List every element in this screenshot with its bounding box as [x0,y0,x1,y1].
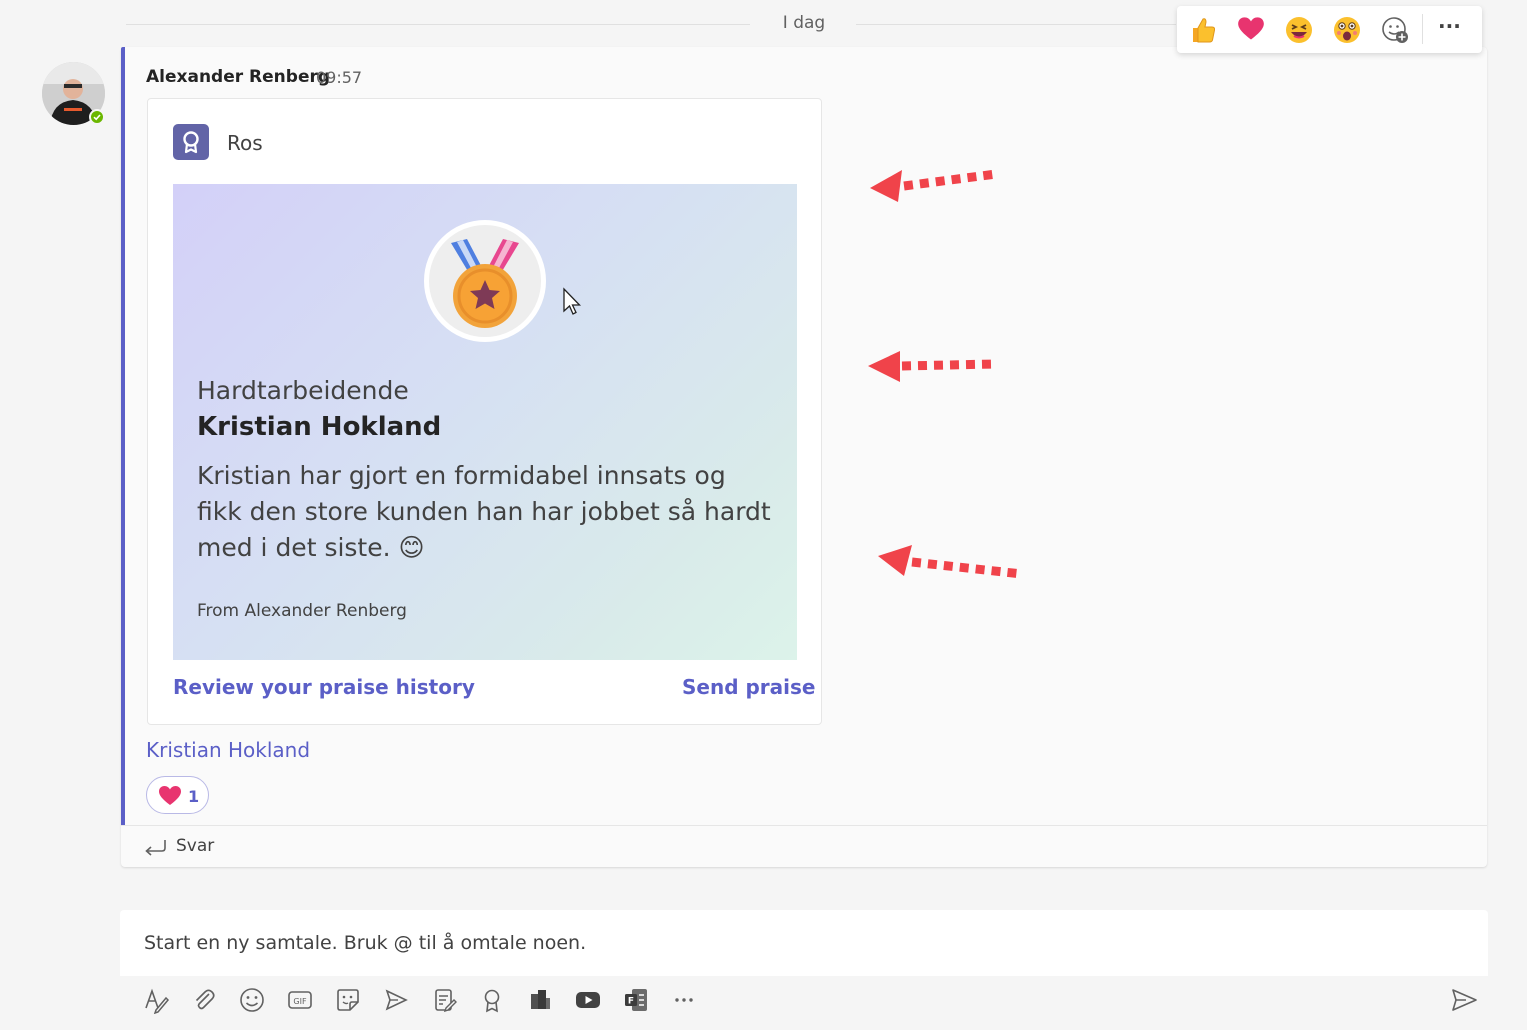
medal-icon [451,239,519,328]
date-divider: I dag [782,13,826,33]
reaction-toolbar [1177,6,1482,53]
praise-app-label: Ros [227,131,263,155]
review-praise-history-link[interactable]: Review your praise history [173,675,475,699]
gif-icon[interactable]: GIF [286,986,314,1014]
reply-icon [145,840,166,856]
date-divider-line-right [856,24,1176,25]
like-icon[interactable] [1188,15,1218,45]
reply-separator [121,825,1487,826]
praise-icon[interactable] [478,986,506,1014]
praise-message: Kristian har gjort en formidabel innsats… [197,458,777,566]
laugh-icon[interactable] [1284,15,1314,45]
praise-recipient: Kristian Hokland [197,412,442,442]
heart-icon[interactable] [1237,16,1265,42]
more-options-icon[interactable]: ··· [1438,14,1461,38]
reaction-toolbar-separator [1422,14,1423,44]
attach-icon[interactable] [190,986,218,1014]
presence-available-icon [89,109,105,125]
schedule-meeting-icon[interactable] [382,986,410,1014]
svg-text:GIF: GIF [293,997,307,1006]
youtube-icon[interactable] [574,986,602,1014]
format-icon[interactable] [142,986,170,1015]
compose-input[interactable]: Start en ny samtale. Bruk @ til å omtale… [144,932,586,954]
heart-icon [159,786,181,805]
approvals-icon[interactable] [430,986,458,1014]
badge-title: Hardtarbeidende [197,376,409,405]
more-icon[interactable] [670,986,698,1014]
mouse-cursor-icon [563,287,582,315]
smile-emoji-icon: 😊 [398,533,425,562]
surprised-icon[interactable] [1332,15,1362,45]
mention-link[interactable]: Kristian Hokland [146,738,310,762]
reply-button[interactable]: Svar [176,836,214,856]
annotation-arrow-icon [868,351,995,382]
reaction-pill-heart[interactable] [146,776,209,814]
date-divider-line-left [126,24,750,25]
medal-badge [424,220,546,342]
send-praise-link[interactable]: Send praise [682,675,816,699]
svg-text:F: F [628,997,634,1007]
send-icon[interactable] [1450,986,1478,1014]
reaction-count: 1 [188,787,200,806]
message-author[interactable]: Alexander Renberg [146,67,330,87]
message-accent-bar [121,47,125,825]
forms-icon[interactable]: F [622,986,650,1014]
message-timestamp: 09:57 [316,68,363,87]
add-reaction-icon[interactable] [1380,15,1410,45]
praise-from: From Alexander Renberg [197,601,407,621]
praise-message-text: Kristian har gjort en formidabel innsats… [197,461,771,562]
annotation-arrow-icon [870,169,997,202]
praise-app-icon [173,124,209,160]
annotation-arrow-icon [878,545,1023,579]
sticker-icon[interactable] [334,986,362,1014]
stream-icon[interactable] [526,986,554,1014]
emoji-icon[interactable] [238,986,266,1014]
